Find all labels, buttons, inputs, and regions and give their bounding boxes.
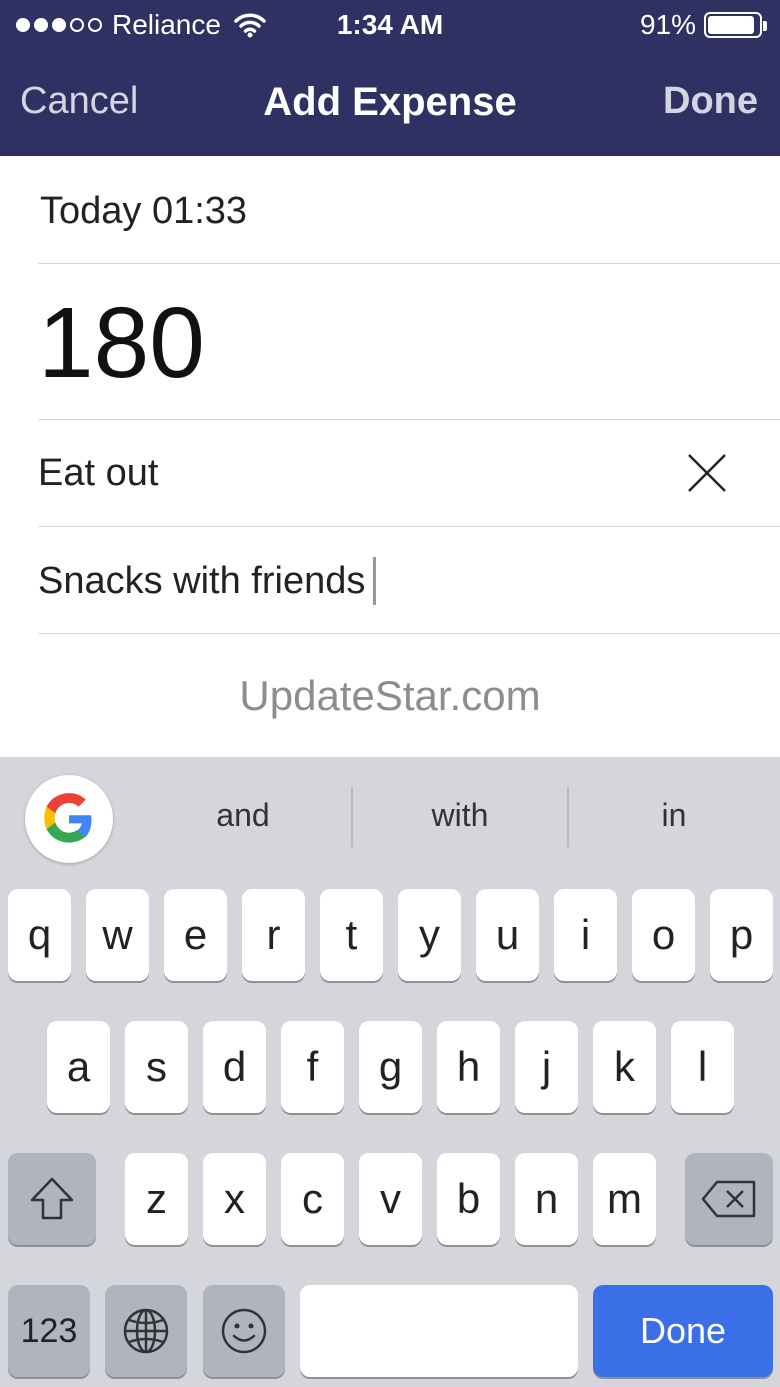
category-field[interactable]: Eat out xyxy=(38,452,158,495)
status-bar: Reliance 1:34 AM 91% xyxy=(0,0,780,52)
space-key[interactable] xyxy=(300,1285,578,1377)
watermark: UpdateStar.com xyxy=(239,672,541,719)
key-i[interactable]: i xyxy=(554,889,617,981)
date-row[interactable]: Today 01:33 xyxy=(38,156,780,264)
note-text: Snacks with friends xyxy=(38,559,366,602)
note-input[interactable]: Snacks with friends xyxy=(38,557,377,605)
key-d[interactable]: d xyxy=(203,1021,266,1113)
key-m[interactable]: m xyxy=(593,1153,656,1245)
amount-field[interactable]: 180 xyxy=(38,286,205,401)
key-f[interactable]: f xyxy=(281,1021,344,1113)
suggestion-bar: and with in xyxy=(0,757,780,881)
key-x[interactable]: x xyxy=(203,1153,266,1245)
nav-header: Reliance 1:34 AM 91% Cancel Add Expense … xyxy=(0,0,780,156)
key-b[interactable]: b xyxy=(437,1153,500,1245)
suggestion-2[interactable]: with xyxy=(360,797,560,834)
note-row[interactable]: Snacks with friends xyxy=(38,527,780,634)
google-logo-icon[interactable] xyxy=(25,775,113,863)
key-t[interactable]: t xyxy=(320,889,383,981)
category-row[interactable]: Eat out xyxy=(38,420,780,527)
suggestion-divider xyxy=(567,787,569,847)
key-r[interactable]: r xyxy=(242,889,305,981)
key-u[interactable]: u xyxy=(476,889,539,981)
key-n[interactable]: n xyxy=(515,1153,578,1245)
key-k[interactable]: k xyxy=(593,1021,656,1113)
key-p[interactable]: p xyxy=(710,889,773,981)
suggestion-3[interactable]: in xyxy=(574,797,774,834)
backspace-icon xyxy=(701,1180,756,1218)
globe-icon xyxy=(123,1308,169,1354)
suggestion-1[interactable]: and xyxy=(143,797,343,834)
key-q[interactable]: q xyxy=(8,889,71,981)
done-button[interactable]: Done xyxy=(663,80,758,123)
key-c[interactable]: c xyxy=(281,1153,344,1245)
battery-percent: 91% xyxy=(639,9,696,40)
key-y[interactable]: y xyxy=(398,889,461,981)
amount-row[interactable]: 180 xyxy=(38,264,780,420)
battery-icon xyxy=(704,12,767,38)
shift-icon xyxy=(30,1177,74,1220)
shift-key[interactable] xyxy=(8,1153,96,1245)
keyboard: and with in qwertyuiop asdfghjkl zxcvbnm… xyxy=(0,757,780,1387)
key-l[interactable]: l xyxy=(671,1021,734,1113)
key-h[interactable]: h xyxy=(437,1021,500,1113)
key-v[interactable]: v xyxy=(359,1153,422,1245)
key-j[interactable]: j xyxy=(515,1021,578,1113)
suggestion-divider xyxy=(351,787,353,847)
emoji-icon xyxy=(221,1308,267,1354)
battery-level xyxy=(708,16,754,34)
delete-key[interactable] xyxy=(685,1153,773,1245)
key-e[interactable]: e xyxy=(164,889,227,981)
date-field[interactable]: Today 01:33 xyxy=(40,190,247,233)
keyboard-done-key[interactable]: Done xyxy=(593,1285,773,1377)
emoji-key[interactable] xyxy=(203,1285,285,1377)
key-g[interactable]: g xyxy=(359,1021,422,1113)
key-a[interactable]: a xyxy=(47,1021,110,1113)
numbers-key[interactable]: 123 xyxy=(8,1285,90,1377)
status-right: 91% xyxy=(639,9,767,41)
key-s[interactable]: s xyxy=(125,1021,188,1113)
key-z[interactable]: z xyxy=(125,1153,188,1245)
key-o[interactable]: o xyxy=(632,889,695,981)
key-w[interactable]: w xyxy=(86,889,149,981)
text-caret xyxy=(373,557,377,605)
clear-category-icon[interactable] xyxy=(686,452,728,494)
globe-key[interactable] xyxy=(105,1285,187,1377)
